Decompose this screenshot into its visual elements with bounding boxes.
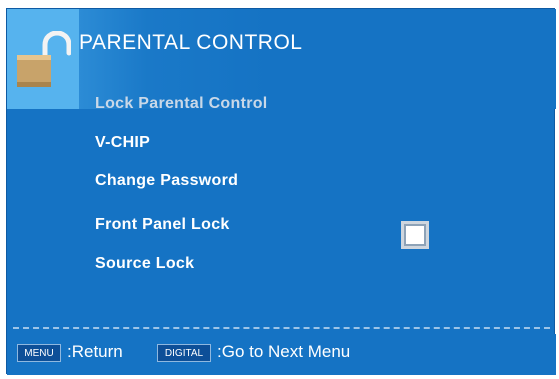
menu-item-source-lock[interactable]: Source Lock <box>95 255 194 273</box>
title-bar <box>7 9 556 109</box>
front-panel-lock-checkbox[interactable] <box>401 221 429 249</box>
unlocked-padlock-icon <box>17 31 71 87</box>
parental-control-window: PARENTAL CONTROL Lock Parental Control V… <box>6 8 556 375</box>
menu-item-v-chip[interactable]: V-CHIP <box>95 134 150 152</box>
title-icon-box <box>7 9 79 109</box>
menu-key-icon: MENU <box>17 344 61 362</box>
menu-action-label: :Return <box>67 342 123 361</box>
menu-item-change-password[interactable]: Change Password <box>95 172 238 190</box>
digital-key-icon: DIGITAL <box>157 344 211 362</box>
menu-item-front-panel-lock[interactable]: Front Panel Lock <box>95 216 230 234</box>
footer-bar: MENU :Return DIGITAL :Go to Next Menu <box>7 334 556 375</box>
menu-item-lock-parental-control[interactable]: Lock Parental Control <box>95 95 268 113</box>
digital-action-label: :Go to Next Menu <box>217 342 351 361</box>
page-title: PARENTAL CONTROL <box>79 31 303 54</box>
footer-divider <box>13 327 550 329</box>
